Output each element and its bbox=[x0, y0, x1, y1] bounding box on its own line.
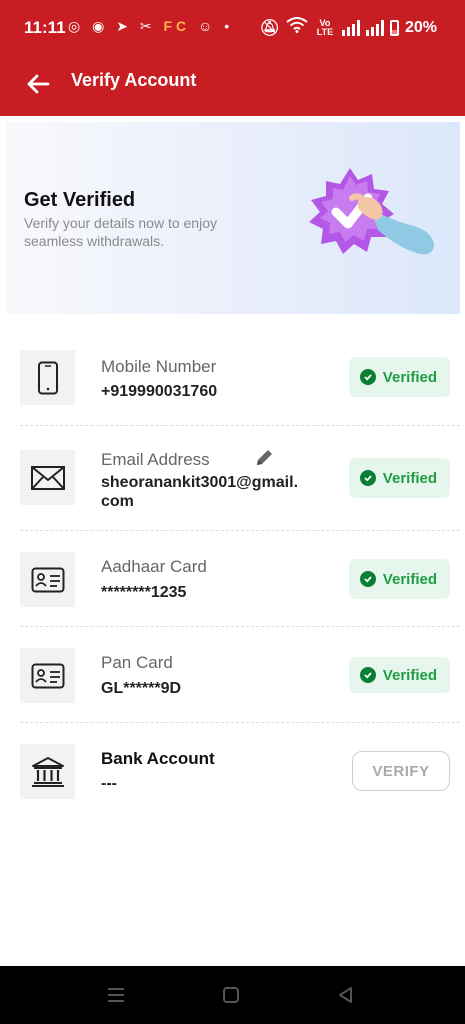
recent-apps-icon[interactable] bbox=[104, 985, 128, 1005]
check-circle-icon bbox=[359, 369, 376, 385]
notification-icons: ◎ ◉ ➤ ✂ FC ☺ • bbox=[68, 18, 234, 34]
signal-icon bbox=[341, 19, 360, 36]
battery-percent: 20% bbox=[404, 18, 437, 36]
hero-banner: Get Verified Verify your details now to … bbox=[6, 122, 460, 314]
wifi-icon bbox=[286, 17, 308, 38]
status-badge: Verified bbox=[348, 458, 450, 498]
status-badge: Verified bbox=[348, 357, 450, 397]
status-text: Verified bbox=[382, 368, 437, 386]
divider bbox=[20, 530, 460, 531]
edit-pencil-icon[interactable] bbox=[253, 447, 275, 469]
app-bar: Verify Account bbox=[0, 56, 465, 116]
verify-bank-button[interactable]: VERIFY bbox=[352, 751, 450, 791]
divider bbox=[20, 626, 460, 627]
battery-icon bbox=[389, 19, 399, 36]
status-text: Verified bbox=[382, 469, 437, 487]
page-title: Verify Account bbox=[71, 70, 197, 90]
status-badge: Verified bbox=[348, 559, 450, 599]
check-circle-icon bbox=[359, 667, 376, 683]
app-notification-icon: FC bbox=[163, 18, 191, 34]
divider bbox=[20, 722, 460, 723]
top-bar: 11:11 ◎ ◉ ➤ ✂ FC ☺ • 🔕︎ Vo LTE 20% Verif… bbox=[0, 0, 465, 116]
status-text: Verified bbox=[382, 570, 437, 588]
mail-icon bbox=[20, 450, 75, 505]
hero-title: Get Verified bbox=[24, 189, 136, 211]
arrow-left-icon[interactable] bbox=[22, 68, 54, 100]
item-label: Pan Card bbox=[101, 653, 173, 672]
item-label: Aadhaar Card bbox=[101, 557, 207, 576]
status-right: 🔕︎ Vo LTE 20% bbox=[260, 17, 437, 38]
status-text: Verified bbox=[382, 666, 437, 684]
item-value: ********1235 bbox=[101, 584, 187, 601]
status-bar: 11:11 ◎ ◉ ➤ ✂ FC ☺ • 🔕︎ Vo LTE 20% bbox=[0, 0, 465, 56]
item-value: --- bbox=[101, 775, 117, 792]
back-icon[interactable] bbox=[334, 985, 358, 1005]
item-label: Bank Account bbox=[101, 749, 215, 768]
item-value: GL******9D bbox=[101, 680, 182, 697]
divider bbox=[20, 425, 460, 426]
mute-icon: 🔕︎ bbox=[259, 19, 280, 37]
signal-icon bbox=[365, 19, 384, 36]
check-circle-icon bbox=[359, 470, 376, 486]
status-badge: Verified bbox=[348, 657, 450, 693]
check-circle-icon bbox=[359, 571, 376, 587]
home-icon[interactable] bbox=[219, 985, 243, 1005]
phone-icon bbox=[20, 350, 75, 405]
network-label: Vo LTE bbox=[316, 17, 334, 37]
item-label: Email Address bbox=[101, 450, 210, 469]
id-card-icon bbox=[20, 552, 75, 607]
hero-subtitle: Verify your details now to enjoy seamles… bbox=[24, 215, 217, 249]
bank-icon bbox=[20, 744, 75, 799]
item-value: +919990031760 bbox=[101, 383, 218, 400]
item-label: Mobile Number bbox=[101, 357, 217, 376]
item-value: sheoranankit3001@gmail.com bbox=[101, 474, 299, 510]
system-nav-bar bbox=[0, 966, 465, 1024]
id-card-icon bbox=[20, 648, 75, 703]
verified-badge-illustration bbox=[298, 160, 438, 270]
status-time: 11:11 bbox=[24, 18, 66, 37]
